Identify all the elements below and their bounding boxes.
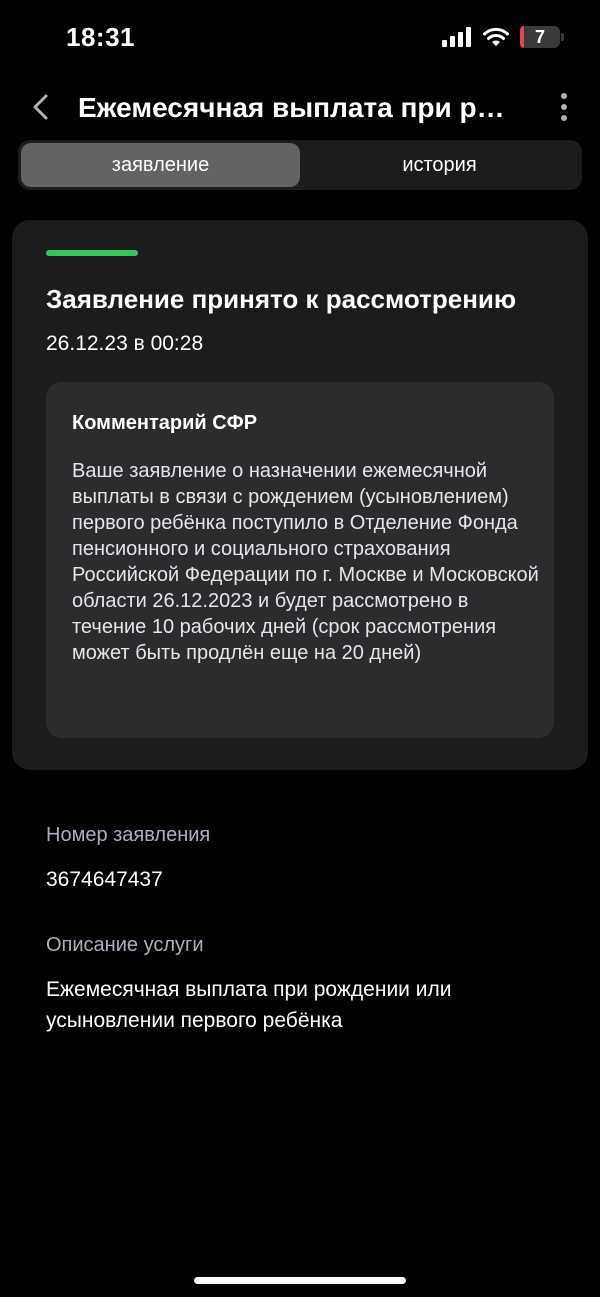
service-description-value: Ежемесячная выплата при рождении или усы… (46, 978, 452, 1032)
wifi-icon (483, 27, 509, 46)
application-number-label: Номер заявления (46, 824, 211, 846)
service-description-label: Описание услуги (46, 934, 204, 956)
home-indicator[interactable] (194, 1277, 406, 1284)
status-time: 18:31 (66, 22, 135, 52)
nav-header: Ежемесячная выплата при рождении или усы… (0, 80, 600, 136)
more-vertical-icon[interactable] (552, 90, 576, 124)
battery-icon: 7 (520, 26, 564, 48)
segmented-tabs: заявление история (18, 140, 582, 190)
status-title: Заявление принято к рассмотрению (46, 284, 517, 314)
chevron-left-icon[interactable] (24, 90, 58, 124)
battery-level-text: 7 (534, 26, 545, 47)
battery-level-fill (520, 26, 524, 48)
application-status-card: Заявление принято к рассмотрению 26.12.2… (12, 220, 588, 770)
comment-body: Ваше заявление о назначении ежемесячной … (72, 460, 539, 664)
page-title: Ежемесячная выплата при рождении или усы… (78, 92, 508, 123)
status-icons: 7 (442, 26, 564, 48)
comment-box: Комментарий СФР Ваше заявление о назначе… (46, 382, 554, 738)
cellular-signal-icon (442, 27, 471, 47)
application-number-value: 3674647437 (46, 868, 163, 891)
battery-cap (561, 33, 564, 41)
status-accent-bar (46, 250, 138, 256)
status-bar: 18:31 7 (0, 0, 600, 80)
status-date: 26.12.23 в 00:28 (46, 332, 204, 355)
comment-title: Комментарий СФР (72, 412, 258, 434)
tab-application[interactable]: заявление (21, 143, 300, 187)
tab-history[interactable]: история (300, 143, 579, 187)
